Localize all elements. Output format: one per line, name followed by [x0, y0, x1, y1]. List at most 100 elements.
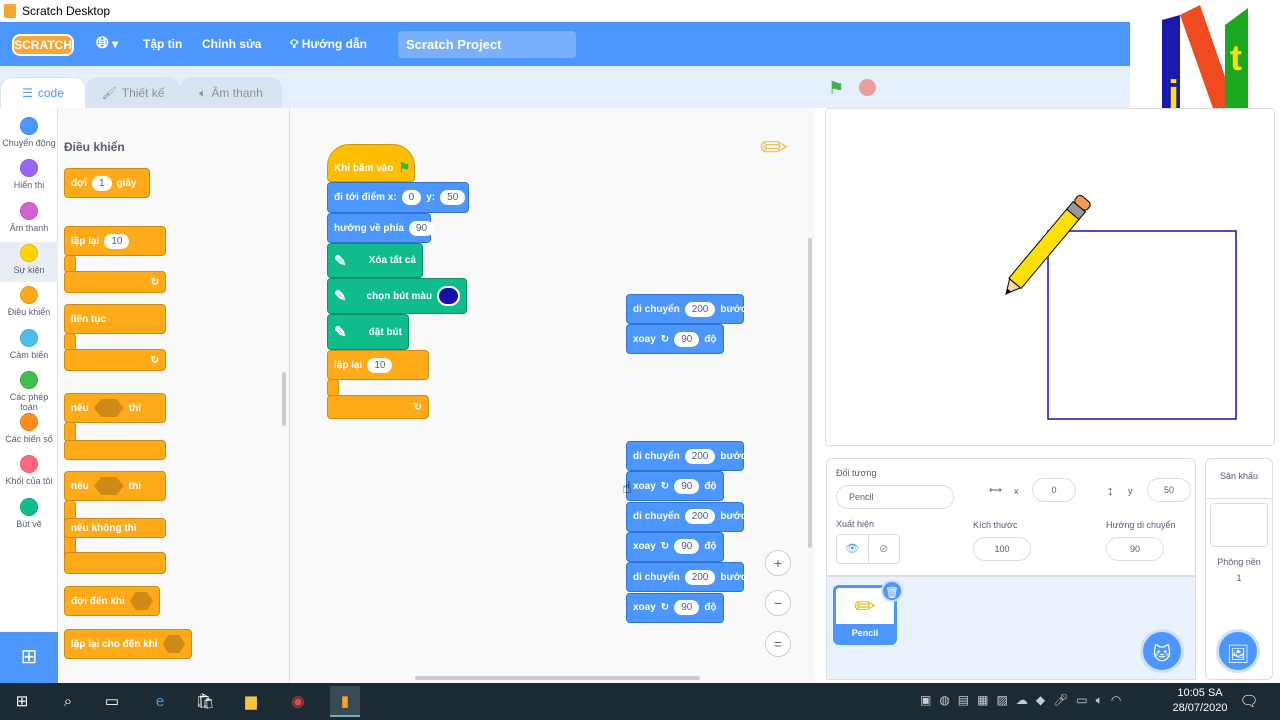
block-pen-clear[interactable]: ✎ Xóa tất cả	[327, 243, 423, 278]
block-pen-down[interactable]: ✎ đặt bút	[327, 314, 409, 350]
add-backdrop-button[interactable]: 🖼︎	[1216, 629, 1260, 673]
category-10[interactable]: Bút vẽ	[0, 496, 58, 536]
block-forever[interactable]: liên tục	[64, 304, 166, 334]
time: 10:05 SA	[1177, 687, 1223, 699]
block-repeat[interactable]: lặp lại 10	[327, 350, 429, 380]
zoom-out-button[interactable]: −	[765, 590, 791, 616]
tab-costumes[interactable]: 🖌︎ Thiết kế	[86, 77, 180, 108]
menu-edit[interactable]: Chỉnh sửa	[202, 22, 261, 66]
block-wait[interactable]: đợi 1 giây	[64, 168, 150, 198]
show-eye-icon[interactable]: 👁︎	[837, 535, 869, 563]
stage-selector[interactable]: Sân khấu Phông nền 1 🖼︎	[1205, 458, 1273, 680]
system-tray-icons[interactable]: ▣◍▤▦▨☁◆🎤︎▭🔈︎◠	[920, 693, 1129, 708]
tab-sounds[interactable]: 🔈︎ Âm thanh	[180, 77, 282, 108]
block-turn-right[interactable]: xoay ↻ 90 độ	[626, 471, 724, 502]
green-flag-icon: ⚑	[398, 160, 411, 175]
category-5[interactable]: Điều khiển	[0, 284, 58, 324]
code-area: Khi bấm vào ⚑ đi tới điểm x: 0 y: 50 hướng v…	[290, 108, 815, 683]
notifications-icon[interactable]: 🗨︎	[1238, 691, 1260, 713]
block-move-steps[interactable]: di chuyển 200 bước	[626, 294, 746, 324]
category-dot	[20, 370, 38, 389]
block-repeat[interactable]: lặp lại 10	[64, 226, 166, 256]
size-input[interactable]: 100	[973, 537, 1031, 561]
tabs-row: ☰ code 🖌︎ Thiết kế 🔈︎ Âm thanh ⚑	[0, 66, 1130, 108]
pen-category-icon	[20, 497, 38, 516]
category-3[interactable]: Âm thanh	[0, 200, 58, 240]
block-move-steps[interactable]: di chuyển 200 bước	[626, 562, 746, 593]
block-go-to-xy[interactable]: đi tới điểm x: 0 y: 50	[327, 182, 469, 213]
palette-scrollbar[interactable]	[282, 372, 286, 426]
code-horizontal-scrollbar[interactable]	[415, 676, 700, 680]
add-extension-button[interactable]: ⊞	[0, 632, 58, 683]
category-label: Chuyển động	[2, 138, 56, 148]
block-wait-until[interactable]: đợi đến khi	[64, 586, 160, 616]
y-input[interactable]: 50	[1147, 478, 1191, 502]
menu-file[interactable]: Tập tin	[143, 22, 182, 66]
category-label: Cảm biến	[9, 349, 49, 360]
category-1[interactable]: Chuyển động	[0, 115, 58, 155]
category-label: Hiển thị	[13, 180, 45, 191]
category-label: Điều khiển	[7, 307, 51, 318]
tab-label: code	[37, 86, 64, 100]
store-icon[interactable]: 🛍︎	[194, 691, 216, 713]
block-repeat-until[interactable]: lặp lại cho đến khi	[64, 629, 192, 659]
code-icon: ☰	[22, 86, 33, 100]
block-turn-right[interactable]: xoay ↻ 90 độ	[626, 531, 724, 562]
block-palette: Điều khiển đợi 1 giây lặp lại 10 ↻ liên tục…	[58, 108, 290, 683]
color-swatch[interactable]	[437, 286, 460, 306]
add-sprite-button[interactable]: 🐱︎	[1140, 629, 1184, 673]
block-turn-right[interactable]: xoay ↻ 90 độ	[626, 324, 724, 355]
zoom-reset-button[interactable]: =	[765, 631, 791, 657]
svg-text:t: t	[1230, 37, 1242, 78]
sprite-name-input[interactable]: Pencil	[836, 485, 954, 509]
block-move-steps[interactable]: di chuyển 200 bước	[626, 441, 746, 471]
stage-canvas[interactable]	[825, 108, 1275, 446]
backdrop-thumbnail[interactable]	[1210, 503, 1268, 547]
clock[interactable]: 10:05 SA 28/07/2020	[1170, 686, 1230, 716]
hand-cursor-icon: ☝︎	[622, 480, 632, 497]
block-turn-right[interactable]: xoay ↻ 90 độ	[626, 592, 724, 623]
block-point-direction[interactable]: hướng về phía 90	[327, 213, 435, 243]
x-input[interactable]: 0	[1032, 478, 1076, 502]
chrome-icon[interactable]: ◉	[287, 691, 309, 713]
block-move-steps[interactable]: di chuyển 200 bước	[626, 501, 746, 532]
zoom-in-button[interactable]: +	[765, 550, 791, 576]
title-bar: Scratch Desktop	[0, 0, 1280, 22]
block-if-else[interactable]: nếu thì	[64, 471, 166, 501]
stop-icon[interactable]	[859, 79, 876, 96]
project-title-input[interactable]: Scratch Project	[398, 31, 576, 58]
block-set-pen-color[interactable]: ✎ chọn bút màu	[327, 278, 467, 314]
palette-heading: Điều khiển	[64, 140, 125, 154]
windows-start-icon[interactable]: ⊞	[11, 691, 33, 713]
pen-icon: ✎	[334, 252, 347, 270]
code-vertical-scrollbar[interactable]	[808, 238, 812, 548]
tab-code[interactable]: ☰ code	[0, 77, 86, 108]
category-4[interactable]: Sự kiện	[0, 241, 58, 282]
file-explorer-icon[interactable]: ▆	[240, 691, 262, 713]
hide-icon[interactable]: ⊘	[869, 535, 900, 563]
scratch-logo[interactable]: SCRATCH	[12, 34, 74, 56]
category-7[interactable]: Các phép toán	[0, 369, 58, 412]
stage-title: Sân khấu	[1206, 471, 1272, 499]
forever-arrow-icon: ↻	[64, 349, 166, 371]
green-flag-icon[interactable]: ⚑	[828, 78, 844, 99]
pen-icon: ✎	[334, 288, 347, 305]
language-menu[interactable]: 🌐︎ ▾	[96, 22, 118, 66]
delete-sprite-icon[interactable]: 🗑︎	[881, 580, 903, 602]
category-2[interactable]: Hiển thị	[0, 157, 58, 197]
pencil-icon: ✏︎	[760, 129, 789, 167]
edge-icon[interactable]: e	[149, 691, 171, 713]
category-8[interactable]: Các biến số	[0, 411, 58, 451]
search-icon[interactable]: ⌕	[57, 691, 79, 713]
category-6[interactable]: Cảm biến	[0, 327, 58, 367]
stage-drawing	[1005, 195, 1237, 420]
task-view-icon[interactable]: ▭	[101, 691, 123, 713]
block-if[interactable]: nếu thì	[64, 393, 166, 423]
scratch-taskbar-icon[interactable]: ▮	[330, 686, 360, 717]
category-9[interactable]: Khối của tôi	[0, 453, 58, 493]
block-when-flag-clicked[interactable]: Khi bấm vào ⚑	[327, 144, 415, 182]
category-label: Khối của tôi	[5, 476, 53, 487]
menu-tutorials[interactable]: 💡︎ Hướng dẫn	[290, 22, 367, 66]
direction-input[interactable]: 90	[1106, 537, 1164, 561]
sprite-info-panel: Đối tượng Pencil ⟷ x 0 ↕ y 50 Xuất hiện …	[826, 458, 1196, 576]
